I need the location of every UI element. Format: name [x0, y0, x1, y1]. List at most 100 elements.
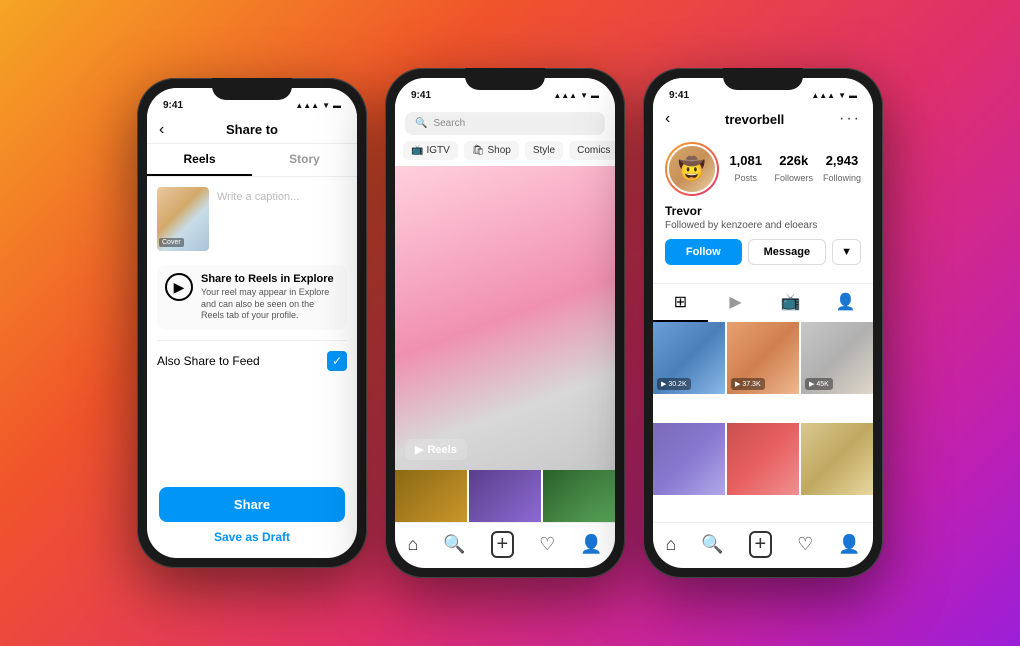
profile-post-2[interactable]: ▶ 37.3K — [727, 322, 799, 394]
caption-row: Cover Write a caption... — [157, 187, 347, 251]
also-share-row: Also Share to Feed ✓ — [157, 340, 347, 381]
tab-reels[interactable]: ▶ — [708, 284, 763, 322]
shop-icon: 🛍 — [472, 145, 485, 156]
battery-icon-3: ▬ — [849, 91, 857, 100]
heart-icon-3[interactable]: ♡ — [797, 534, 813, 555]
wifi-icon: ▼ — [322, 101, 330, 110]
category-style[interactable]: Style — [525, 141, 563, 160]
comics-label: Comics — [577, 145, 610, 156]
grid-cell-3[interactable] — [543, 470, 615, 522]
status-time-3: 9:41 — [669, 90, 689, 101]
reels-label: Reels — [427, 444, 456, 456]
home-icon-3[interactable]: ⌂ — [665, 534, 676, 555]
profile-nav-icon[interactable]: 👤 — [580, 534, 602, 555]
following-stat: 2,943 Following — [823, 153, 861, 186]
category-igtv[interactable]: 📺 IGTV — [403, 141, 458, 160]
share-button[interactable]: Share — [159, 487, 345, 522]
search-bar[interactable]: 🔍 Search — [405, 112, 605, 135]
status-time-1: 9:41 — [163, 100, 183, 111]
status-icons-2: ▲▲▲ ▼ ▬ — [553, 91, 599, 100]
also-share-checkbox[interactable]: ✓ — [327, 351, 347, 371]
profile-actions: Follow Message ▼ — [665, 239, 861, 265]
explore-title: Share to Reels in Explore — [201, 273, 339, 285]
more-options-button[interactable]: ··· — [839, 110, 861, 128]
profile-post-5[interactable] — [727, 423, 799, 495]
profile-icon-3[interactable]: 👤 — [838, 534, 860, 555]
tab-igtv[interactable]: 📺 — [763, 284, 818, 322]
phone-1-share: 9:41 ▲▲▲ ▼ ▬ ‹ Share to Reels Story Cove… — [137, 78, 367, 568]
profile-post-4[interactable] — [653, 423, 725, 495]
profile-post-1[interactable]: ▶ 30.2K — [653, 322, 725, 394]
followers-stat: 226k Followers — [774, 153, 813, 186]
profile-back-button[interactable]: ‹ — [665, 110, 670, 128]
profile-stats-row: 🤠 1,081 Posts 226k Followers 2,943 Follo… — [665, 142, 861, 196]
search-text: Search — [433, 118, 465, 129]
profile-top-section: 🤠 1,081 Posts 226k Followers 2,943 Follo… — [653, 134, 873, 283]
notch-1 — [212, 78, 292, 100]
grid-cell-2[interactable] — [469, 470, 541, 522]
posts-label: Posts — [734, 173, 757, 183]
reel-person — [395, 166, 615, 470]
phone-2-explore: 9:41 ▲▲▲ ▼ ▬ 🔍 Search 📺 IGTV 🛍 Shop Styl — [385, 68, 625, 578]
battery-icon: ▬ — [333, 101, 341, 110]
view-count-2: ▶ 37.3K — [731, 378, 765, 390]
signal-icon: ▲▲▲ — [295, 101, 319, 110]
followers-label: Followers — [774, 173, 813, 183]
home-nav-icon[interactable]: ⌂ — [407, 534, 418, 555]
style-label: Style — [533, 145, 555, 156]
view-count-3: ▶ 45K — [805, 378, 833, 390]
posts-stat: 1,081 Posts — [727, 153, 764, 186]
profile-name: Trevor — [665, 204, 861, 218]
following-count: 2,943 — [823, 153, 861, 168]
tab-tagged[interactable]: 👤 — [818, 284, 873, 322]
back-button[interactable]: ‹ — [159, 121, 164, 139]
following-label: Following — [823, 173, 861, 183]
add-icon-3[interactable]: + — [749, 531, 773, 558]
add-nav-icon[interactable]: + — [491, 531, 515, 558]
status-time-2: 9:41 — [411, 90, 431, 101]
followers-count: 226k — [774, 153, 813, 168]
view-count-1: ▶ 30.2K — [657, 378, 691, 390]
share-footer: Share Save as Draft — [147, 477, 357, 558]
search-icon-3[interactable]: 🔍 — [701, 534, 723, 555]
explore-grid — [395, 470, 615, 522]
share-header: ‹ Share to — [147, 116, 357, 144]
search-nav-icon[interactable]: 🔍 — [443, 534, 465, 555]
profile-post-3[interactable]: ▶ 45K — [801, 322, 873, 394]
posts-count: 1,081 — [727, 153, 764, 168]
wifi-icon-2: ▼ — [580, 91, 588, 100]
tab-grid[interactable]: ⊞ — [653, 284, 708, 322]
profile-avatar: 🤠 — [665, 142, 719, 196]
profile-post-6[interactable] — [801, 423, 873, 495]
grid-cell-1[interactable] — [395, 470, 467, 522]
save-draft-button[interactable]: Save as Draft — [159, 530, 345, 544]
dropdown-button[interactable]: ▼ — [832, 239, 861, 265]
shop-label: Shop — [488, 145, 511, 156]
message-button[interactable]: Message — [748, 239, 827, 265]
bottom-nav-2: ⌂ 🔍 + ♡ 👤 — [395, 522, 615, 568]
cover-label: Cover — [159, 238, 184, 247]
follow-button[interactable]: Follow — [665, 239, 742, 265]
header-title: Share to — [226, 122, 278, 137]
explore-desc: Your reel may appear in Explore and can … — [201, 287, 339, 322]
tab-reels[interactable]: Reels — [147, 144, 252, 176]
main-reel-image[interactable]: ▶ Reels — [395, 166, 615, 470]
bottom-nav-3: ⌂ 🔍 + ♡ 👤 — [653, 522, 873, 568]
notch-2 — [465, 68, 545, 90]
explore-text: Share to Reels in Explore Your reel may … — [201, 273, 339, 322]
category-comics[interactable]: Comics — [569, 141, 615, 160]
avatar-image: 🤠 — [667, 144, 717, 194]
status-icons-1: ▲▲▲ ▼ ▬ — [295, 101, 341, 110]
tab-story[interactable]: Story — [252, 144, 357, 176]
igtv-label: IGTV — [426, 145, 449, 156]
also-share-label: Also Share to Feed — [157, 354, 260, 368]
search-icon: 🔍 — [415, 118, 427, 129]
wifi-icon-3: ▼ — [838, 91, 846, 100]
cover-thumbnail[interactable]: Cover — [157, 187, 209, 251]
reels-badge: ▶ Reels — [405, 439, 467, 460]
profile-username: trevorbell — [725, 112, 784, 127]
category-shop[interactable]: 🛍 Shop — [464, 141, 519, 160]
heart-nav-icon[interactable]: ♡ — [539, 534, 555, 555]
caption-input[interactable]: Write a caption... — [217, 187, 347, 251]
tabs-row: Reels Story — [147, 144, 357, 177]
